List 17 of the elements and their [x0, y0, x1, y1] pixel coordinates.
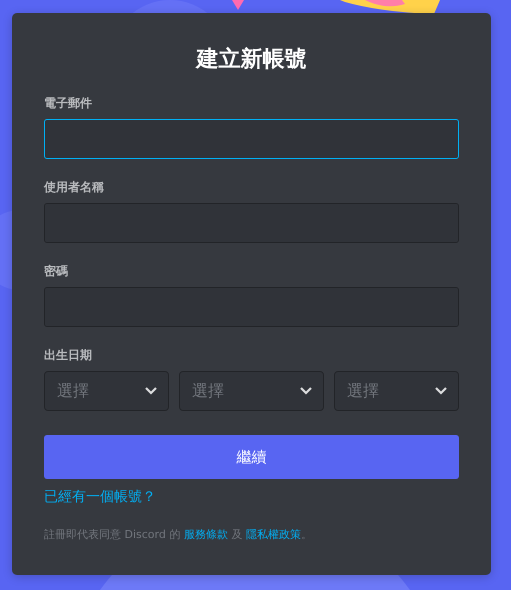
chevron-down-icon — [434, 386, 448, 396]
select-field[interactable]: 選擇 — [44, 371, 169, 411]
terms-link[interactable]: 服務條款 — [184, 528, 228, 541]
field-label: 出生日期 — [44, 347, 92, 363]
continue-button[interactable]: 繼續 — [44, 435, 459, 479]
chevron-down-icon — [144, 386, 158, 396]
input-field[interactable] — [44, 119, 459, 159]
form-title: 建立新帳號 — [194, 46, 308, 74]
select-field[interactable]: 選擇 — [334, 371, 459, 411]
field-label: 使用者名稱 — [44, 179, 104, 195]
select-field[interactable]: 選擇 — [179, 371, 324, 411]
field-label: 密碼 — [44, 263, 68, 279]
privacy-link[interactable]: 隱私權政策 — [246, 528, 301, 541]
chevron-down-icon — [299, 386, 313, 396]
field-label: 電子郵件 — [44, 95, 92, 111]
terms-text: 註冊即代表同意 Discord 的 服務條款 及 隱私權政策。 — [44, 527, 313, 543]
login-link[interactable]: 已經有一個帳號？ — [44, 487, 156, 507]
